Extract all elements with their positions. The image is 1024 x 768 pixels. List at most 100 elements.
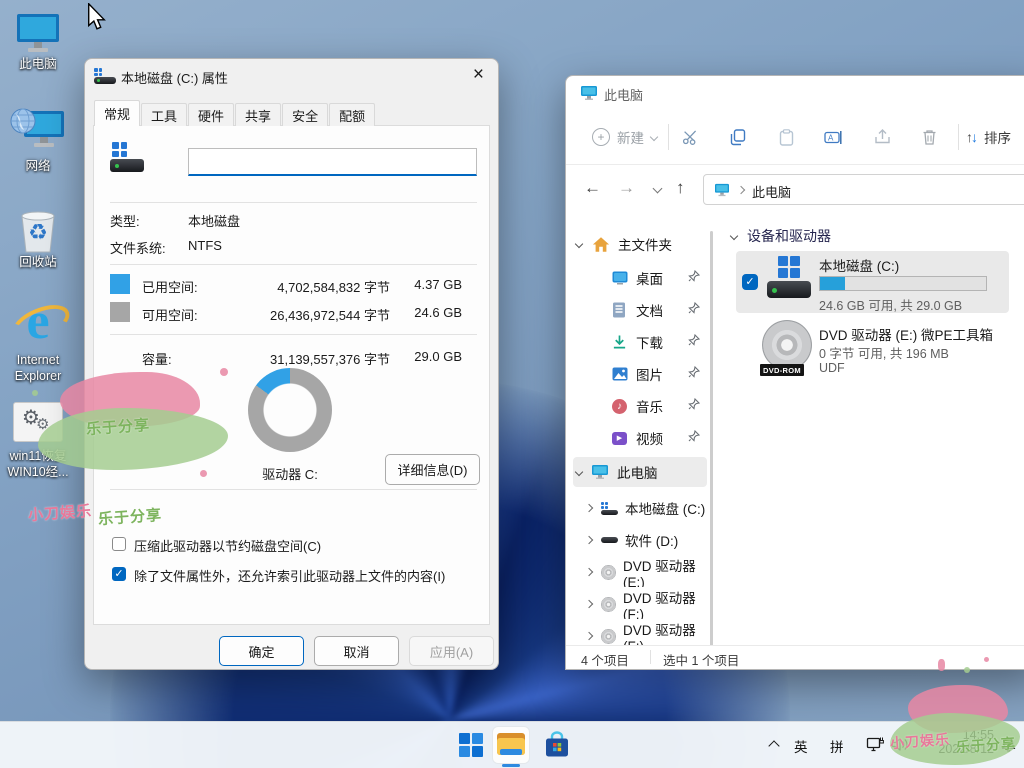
sidebar-item-drive-c[interactable]: 本地磁盘 (C:) — [586, 493, 712, 523]
new-button[interactable]: + 新建 — [592, 125, 657, 149]
item-checkbox[interactable]: ✓ — [742, 274, 758, 290]
desktop-icon-this-pc[interactable]: 此电脑 — [0, 12, 76, 72]
explorer-title: 此电脑 — [604, 85, 643, 104]
tab-hardware[interactable]: 硬件 — [188, 103, 234, 126]
general-tab-page: 类型: 本地磁盘 文件系统: NTFS 已用空间: 4,702,584,832 … — [93, 125, 490, 625]
ok-button[interactable]: 确定 — [219, 636, 304, 666]
rename-button[interactable]: A — [821, 126, 845, 148]
dialog-titlebar[interactable]: 本地磁盘 (C:) 属性 × — [85, 59, 498, 93]
taskbar-store-button[interactable] — [540, 729, 574, 761]
forward-icon[interactable]: → — [618, 178, 635, 198]
close-icon[interactable]: × — [473, 64, 484, 86]
free-space-bytes: 26,436,972,544 字节 — [270, 305, 390, 324]
collapse-chevron-icon[interactable] — [586, 568, 593, 576]
sidebar-item-desktop[interactable]: 桌面 — [612, 263, 663, 293]
clock[interactable]: 14:55 2022/8/12 — [920, 728, 994, 756]
tab-sharing[interactable]: 共享 — [235, 103, 281, 126]
capacity-bytes: 31,139,557,376 字节 — [270, 349, 390, 368]
tray-date: 2022/8/12 — [920, 742, 994, 756]
tray-overflow-chevron-icon[interactable] — [768, 740, 779, 751]
desktop-icon-network[interactable]: 网络 — [0, 108, 76, 174]
start-button[interactable] — [455, 729, 487, 761]
collapse-chevron-icon[interactable] — [586, 600, 593, 608]
tab-general[interactable]: 常规 — [94, 100, 140, 126]
address-bar[interactable]: 此电脑 — [703, 174, 1024, 205]
expand-chevron-icon[interactable] — [575, 240, 583, 248]
desktop-icon-internet-explorer[interactable]: e Internet Explorer — [0, 296, 76, 384]
volume-label-input[interactable] — [188, 148, 477, 176]
collapse-chevron-icon[interactable] — [586, 632, 593, 640]
delete-button[interactable] — [917, 126, 941, 148]
explorer-titlebar[interactable]: 此电脑 — [566, 76, 1024, 110]
tab-quota[interactable]: 配额 — [329, 103, 375, 126]
sidebar-item-music[interactable]: ♪ 音乐 — [612, 391, 663, 421]
desktop-icon-win11-restore[interactable]: ⚙ ⚙ win11恢复 WIN10经... — [0, 402, 76, 480]
drive-c-mini-icon — [601, 502, 618, 515]
free-space-gb: 24.6 GB — [414, 305, 462, 320]
volume-icon[interactable] — [891, 737, 909, 752]
sidebar-item-videos[interactable]: ▶ 视频 — [612, 423, 663, 453]
tab-security[interactable]: 安全 — [282, 103, 328, 126]
properties-dialog: 本地磁盘 (C:) 属性 × 常规 工具 硬件 共享 安全 配额 类型: 本地磁… — [84, 58, 499, 670]
sort-button[interactable]: ↑ ↓ 排序 — [966, 125, 1011, 149]
desktop-icon-label: 网络 — [0, 158, 76, 174]
sidebar-item-home[interactable]: 主文件夹 — [576, 229, 672, 259]
sidebar-item-pictures[interactable]: 图片 — [612, 359, 663, 389]
pin-icon — [688, 270, 700, 282]
network-tray-icon[interactable] — [866, 736, 884, 753]
file-item-dvd-e[interactable]: DVD-ROM DVD 驱动器 (E:) 微PE工具箱 0 字节 可用, 共 1… — [736, 318, 1009, 380]
sidebar-item-this-pc[interactable]: 此电脑 — [576, 457, 658, 487]
paste-icon — [779, 129, 794, 146]
taskbar-active-indicator — [502, 764, 520, 767]
collapse-chevron-icon[interactable] — [586, 536, 593, 544]
pictures-icon — [612, 367, 628, 381]
dvd-mini-icon — [601, 565, 616, 580]
file-item-drive-c[interactable]: ✓ 本地磁盘 (C:) 24.6 GB 可用, 共 29.0 GB — [736, 251, 1009, 313]
sidebar-scrollbar[interactable] — [710, 231, 713, 646]
expand-chevron-icon[interactable] — [575, 468, 583, 476]
cut-button[interactable] — [678, 126, 702, 148]
ime-indicator[interactable]: 拼 — [830, 736, 844, 756]
details-button[interactable]: 详细信息(D) — [385, 454, 480, 485]
explorer-sidebar: 主文件夹 桌面 文档 — [566, 216, 715, 646]
used-space-bytes: 4,702,584,832 字节 — [277, 277, 390, 296]
index-checkbox-label: 除了文件属性外，还允许索引此驱动器上文件的内容(I) — [134, 566, 445, 585]
history-chevron-icon[interactable] — [653, 184, 663, 194]
breadcrumb[interactable]: 此电脑 — [752, 182, 791, 201]
compress-checkbox[interactable] — [112, 537, 126, 551]
tab-tools[interactable]: 工具 — [141, 103, 187, 126]
up-icon[interactable]: ↑ — [676, 178, 685, 198]
copy-button[interactable] — [726, 126, 750, 148]
desktop-icon-label: 此电脑 — [0, 56, 76, 72]
group-chevron-icon[interactable] — [730, 232, 738, 240]
copy-icon — [730, 129, 746, 146]
sidebar-item-downloads[interactable]: 下载 — [612, 327, 663, 357]
download-icon — [612, 334, 627, 350]
sidebar-item-drive-d[interactable]: 软件 (D:) — [586, 525, 712, 555]
desktop-icon-label: win11恢复 — [0, 448, 76, 464]
back-icon[interactable]: ← — [584, 178, 601, 198]
apply-button[interactable]: 应用(A) — [409, 636, 494, 666]
paste-button[interactable] — [774, 126, 798, 148]
group-header-devices[interactable]: 设备和驱动器 — [731, 226, 831, 246]
mouse-cursor — [87, 3, 106, 31]
language-indicator[interactable]: 英 — [794, 736, 808, 756]
network-globe-icon — [10, 108, 36, 134]
taskbar-file-explorer-button[interactable] — [492, 726, 530, 764]
sidebar-item-dvd-f2[interactable]: DVD 驱动器 (F:) — [586, 621, 712, 646]
index-checkbox[interactable]: ✓ — [112, 567, 126, 581]
sidebar-item-dvd-f[interactable]: DVD 驱动器 (F:) — [586, 589, 712, 619]
notifications-bell-icon[interactable] — [1000, 736, 1017, 753]
desktop-icon-recycle-bin[interactable]: ♻ 回收站 — [0, 208, 76, 270]
document-icon — [612, 302, 626, 318]
used-space-swatch — [110, 274, 130, 294]
sidebar-item-dvd-e[interactable]: DVD 驱动器 (E:) — [586, 557, 712, 587]
file-explorer-icon — [497, 733, 525, 757]
item-name: 本地磁盘 (C:) — [819, 255, 899, 275]
collapse-chevron-icon[interactable] — [586, 504, 593, 512]
sidebar-item-documents[interactable]: 文档 — [612, 295, 663, 325]
item-detail: 0 字节 可用, 共 196 MB — [819, 343, 949, 362]
share-button[interactable] — [870, 126, 894, 148]
cancel-button[interactable]: 取消 — [314, 636, 399, 666]
capacity-gb: 29.0 GB — [414, 349, 462, 364]
